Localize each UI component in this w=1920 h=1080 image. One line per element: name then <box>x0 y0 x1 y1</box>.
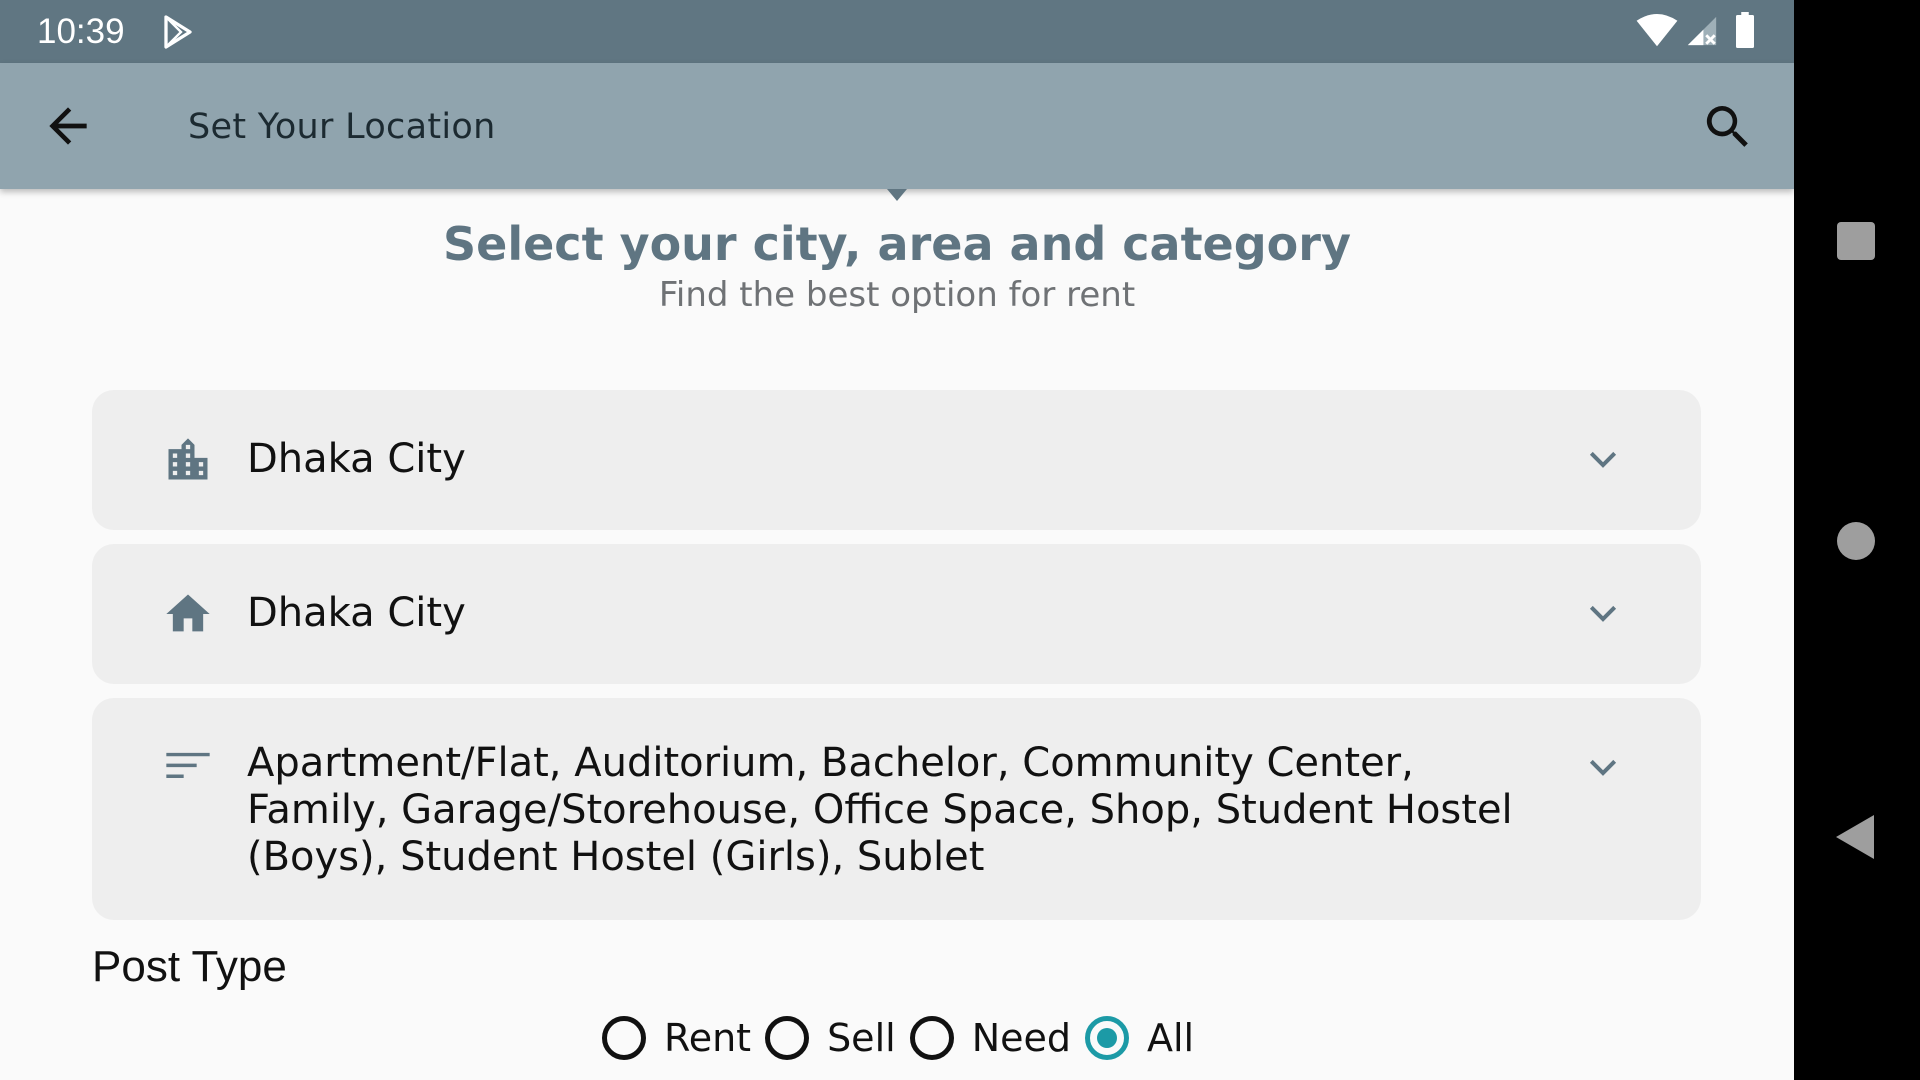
search-icon[interactable] <box>1700 99 1756 155</box>
wifi-icon <box>1636 14 1678 47</box>
battery-icon <box>1736 12 1754 48</box>
chevron-down-icon[interactable] <box>1583 440 1623 480</box>
recents-icon[interactable] <box>1837 222 1875 260</box>
home-circle-icon[interactable] <box>1837 522 1875 560</box>
radio-all[interactable]: All <box>1085 1016 1194 1060</box>
play-store-icon <box>164 15 192 49</box>
chevron-down-icon[interactable] <box>1583 594 1623 634</box>
main-heading: Select your city, area and category <box>443 217 1351 271</box>
post-type-radio-group: Rent Sell Need All <box>602 1010 1208 1066</box>
app-screen: 10:39 Set Your Location Select your city… <box>0 0 1794 1080</box>
radio-button[interactable] <box>909 1016 954 1060</box>
filter-list-icon <box>166 752 210 778</box>
radio-label: All <box>1147 1016 1195 1060</box>
city-buildings-icon <box>168 438 208 480</box>
app-bar: Set Your Location <box>0 63 1794 189</box>
category-selector[interactable]: Apartment/Flat, Auditorium, Bachelor, Co… <box>92 698 1701 920</box>
radio-label: Need <box>971 1016 1071 1060</box>
city-value: Dhaka City <box>247 436 466 482</box>
post-type-label: Post Type <box>92 942 287 991</box>
sub-heading: Find the best option for rent <box>658 275 1136 315</box>
radio-button[interactable] <box>765 1016 810 1060</box>
radio-button-checked[interactable] <box>1085 1016 1129 1060</box>
radio-need[interactable]: Need <box>909 1016 1071 1060</box>
category-value: Apartment/Flat, Auditorium, Bachelor, Co… <box>247 740 1513 880</box>
radio-sell[interactable]: Sell <box>765 1016 896 1060</box>
navigation-bar <box>1794 0 1920 1080</box>
radio-button[interactable] <box>602 1016 646 1060</box>
radio-rent[interactable]: Rent <box>602 1016 751 1060</box>
status-bar: 10:39 <box>0 0 1794 63</box>
city-selector[interactable]: Dhaka City <box>92 390 1701 530</box>
radio-label: Sell <box>827 1016 896 1060</box>
arrow-left-icon[interactable] <box>40 98 96 154</box>
pointer-caret <box>887 189 907 201</box>
area-selector[interactable]: Dhaka City <box>92 544 1701 684</box>
page-title: Set Your Location <box>188 107 496 147</box>
radio-label: Rent <box>664 1016 752 1060</box>
area-value: Dhaka City <box>247 590 466 636</box>
home-icon <box>166 594 210 632</box>
chevron-down-icon[interactable] <box>1583 748 1623 788</box>
signal-icon <box>1687 16 1717 46</box>
back-triangle-icon[interactable] <box>1836 815 1874 859</box>
status-time: 10:39 <box>37 12 125 51</box>
